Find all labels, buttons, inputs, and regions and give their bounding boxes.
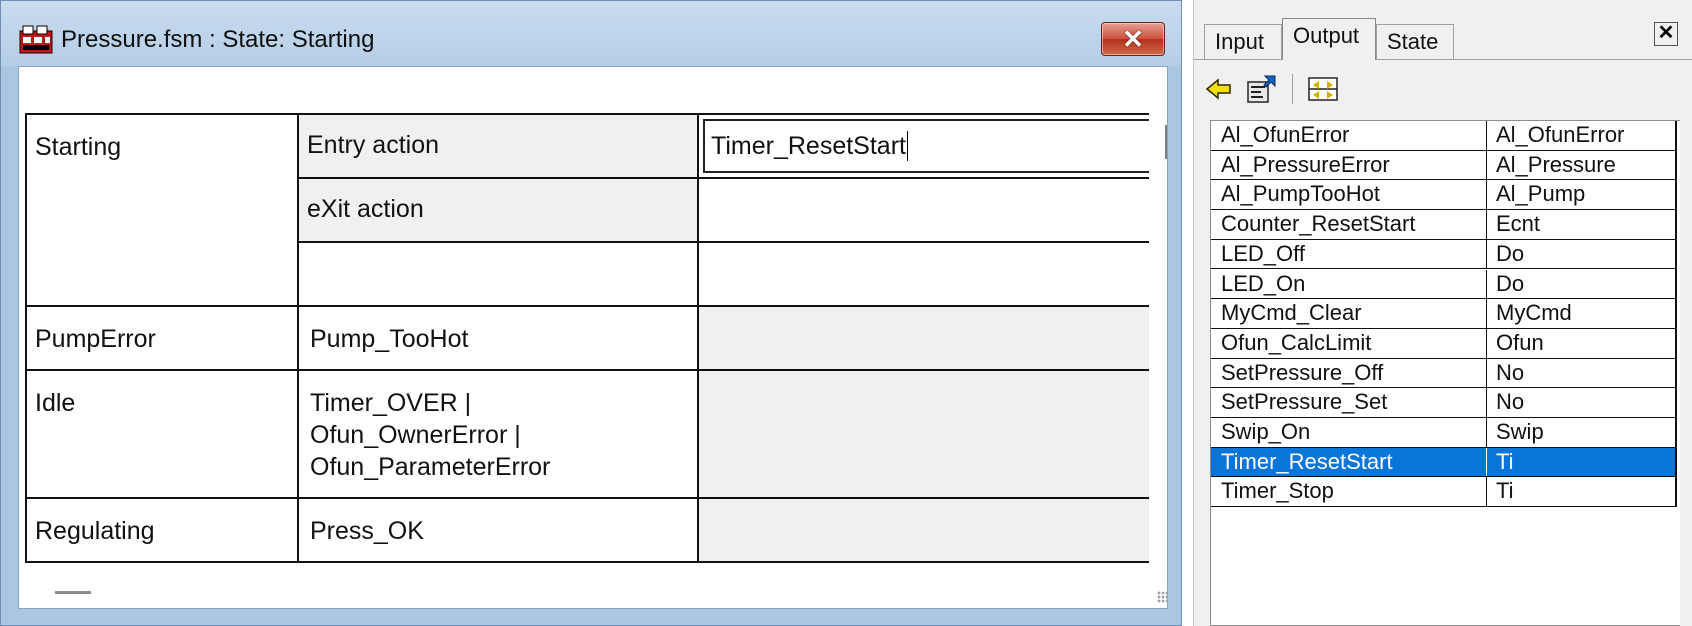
output-row[interactable]: Swip_On Swip [1211, 418, 1675, 448]
resize-icon[interactable] [1306, 72, 1340, 106]
output-value: Do [1496, 240, 1525, 266]
output-value: Swip [1496, 419, 1544, 444]
output-name: Swip_On [1211, 418, 1487, 447]
output-value: Al_Pressure [1496, 151, 1616, 177]
output-row[interactable]: LED_On Do [1211, 269, 1675, 300]
tab-state[interactable]: State [1376, 24, 1454, 60]
output-row[interactable]: SetPressure_Set No [1211, 388, 1675, 418]
exit-action-value-cell[interactable] [697, 177, 1167, 243]
state-name: PumpError [35, 325, 156, 353]
exit-action-label: eXit action [307, 195, 424, 223]
state-cell-pumperror[interactable]: PumpError [25, 305, 299, 371]
output-value: Do [1496, 270, 1525, 296]
output-value: Al_OfunError [1496, 122, 1625, 147]
condition-cell-idle[interactable]: Timer_OVER | Ofun_OwnerError | Ofun_Para… [297, 369, 699, 499]
window-close-button[interactable]: ✕ [1101, 22, 1165, 56]
fsm-editor-window: Pressure.fsm : State: Starting ✕ Startin… [0, 0, 1182, 626]
toolbar-separator [1292, 74, 1293, 104]
output-value: MyCmd [1496, 300, 1572, 326]
condition-cell-pumperror[interactable]: Pump_TooHot [297, 305, 699, 371]
window-title: Pressure.fsm : State: Starting [61, 26, 375, 53]
entry-action-label: Entry action [307, 131, 440, 159]
condition-cell-regulating[interactable]: Press_OK [297, 497, 699, 563]
output-name: LED_On [1211, 269, 1487, 299]
resize-grip-icon[interactable] [1157, 591, 1167, 603]
output-name: Al_PumpTooHot [1211, 180, 1487, 210]
output-name: Counter_ResetStart [1211, 210, 1487, 239]
output-row[interactable]: MyCmd_Clear MyCmd [1211, 299, 1675, 329]
text-caret [906, 131, 908, 161]
next-state-cell-empty[interactable] [697, 241, 1167, 307]
condition-text: Pump_TooHot [310, 325, 469, 353]
state-table-area: Starting Entry action Timer_ResetStart e… [18, 66, 1168, 609]
next-state-cell-idle[interactable] [697, 369, 1167, 499]
output-value: No [1496, 359, 1525, 385]
output-name: SetPressure_Off [1211, 358, 1487, 388]
close-icon: ✕ [1122, 24, 1144, 54]
title-bar[interactable]: Pressure.fsm : State: Starting ✕ [1, 1, 1181, 67]
exit-action-label-cell: eXit action [297, 177, 699, 243]
output-row[interactable]: Al_PressureError Al_Pressure [1211, 150, 1675, 181]
output-value: Ti [1496, 448, 1514, 474]
entry-action-value-cell[interactable]: Timer_ResetStart [697, 113, 1167, 179]
output-name: MyCmd_Clear [1211, 299, 1487, 328]
output-value: Al_Pump [1496, 181, 1586, 207]
state-cell-idle[interactable]: Idle [25, 369, 299, 499]
panel-toolbar [1202, 72, 1502, 112]
output-row[interactable]: Timer_ResetStart Ti [1211, 447, 1675, 478]
output-row[interactable]: Ofun_CalcLimit Ofun [1211, 328, 1675, 359]
output-name: Al_PressureError [1211, 150, 1487, 180]
state-cell-regulating[interactable]: Regulating [25, 497, 299, 563]
output-name: Timer_ResetStart [1211, 447, 1487, 477]
next-state-cell-pumperror[interactable] [697, 305, 1167, 371]
output-value: Ti [1496, 478, 1514, 504]
output-name: Ofun_CalcLimit [1211, 328, 1487, 358]
output-name: Al_OfunError [1211, 121, 1487, 150]
properties-icon[interactable] [1244, 72, 1278, 106]
output-row[interactable]: SetPressure_Off No [1211, 358, 1675, 389]
output-row[interactable]: Al_OfunError Al_OfunError [1211, 121, 1675, 151]
app-icon [19, 25, 53, 54]
tab-output[interactable]: Output [1282, 18, 1376, 60]
entry-action-value: Timer_ResetStart [711, 132, 906, 160]
output-value: Ofun [1496, 329, 1544, 355]
condition-line: Ofun_ParameterError [310, 453, 551, 481]
panel-tabs: Input Output State [1194, 18, 1494, 60]
panel-close-button[interactable]: ✕ [1654, 22, 1678, 46]
state-table: Starting Entry action Timer_ResetStart e… [25, 113, 1167, 563]
list-column-border [1675, 121, 1677, 507]
condition-line: Ofun_OwnerError | [310, 421, 521, 449]
state-name: Regulating [35, 517, 155, 545]
tab-divider [1194, 59, 1692, 60]
output-value: No [1496, 389, 1525, 415]
output-name: LED_Off [1211, 239, 1487, 269]
condition-cell-empty[interactable] [297, 241, 699, 307]
output-name: SetPressure_Set [1211, 388, 1487, 417]
scrollbar-thumb[interactable] [1165, 125, 1167, 159]
tab-input[interactable]: Input [1204, 24, 1282, 60]
output-row[interactable]: Timer_Stop Ti [1211, 477, 1675, 508]
io-panel: Input Output State ✕ Al_OfunError Al_Ofu… [1193, 0, 1692, 626]
output-name: Timer_Stop [1211, 477, 1487, 507]
output-row[interactable]: Counter_ResetStart Ecnt [1211, 210, 1675, 240]
entry-action-edit-field[interactable]: Timer_ResetStart [703, 119, 1157, 173]
entry-action-label-cell: Entry action [297, 113, 699, 179]
output-value: Ecnt [1496, 211, 1541, 237]
output-list[interactable]: Al_OfunError Al_OfunError Al_PressureError… [1210, 120, 1680, 626]
state-name: Idle [35, 389, 76, 417]
next-state-cell-regulating[interactable] [697, 497, 1167, 563]
back-arrow-icon[interactable] [1202, 72, 1236, 106]
output-row[interactable]: Al_PumpTooHot Al_Pump [1211, 180, 1675, 211]
splitter-handle[interactable] [55, 591, 91, 594]
output-row[interactable]: LED_Off Do [1211, 239, 1675, 270]
state-name: Starting [35, 133, 122, 161]
condition-text: Press_OK [310, 517, 424, 545]
state-cell-starting[interactable]: Starting [25, 113, 299, 307]
condition-line: Timer_OVER | [310, 389, 472, 417]
